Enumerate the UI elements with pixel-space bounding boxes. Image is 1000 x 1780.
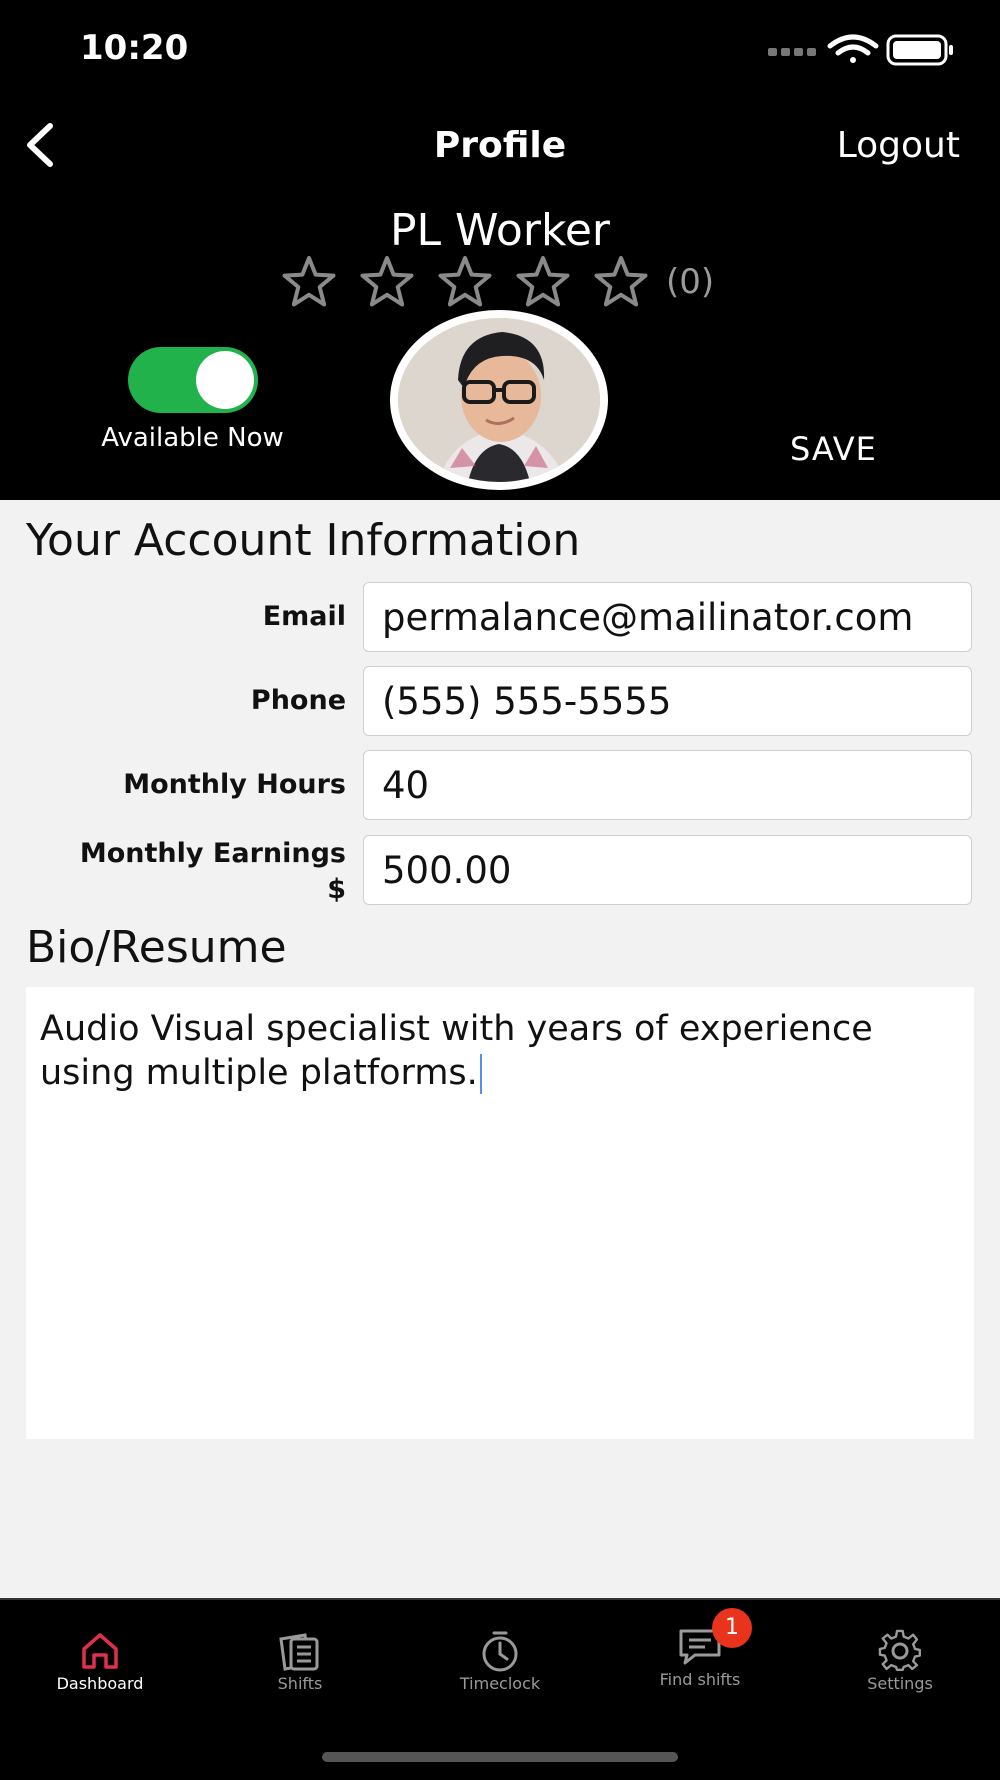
- tab-dashboard-label: Dashboard: [56, 1674, 144, 1693]
- tab-shifts-label: Shifts: [277, 1674, 323, 1693]
- monthly-hours-field[interactable]: 40: [363, 750, 972, 820]
- phone-field[interactable]: (555) 555-5555: [363, 666, 972, 736]
- monthly-earnings-label-line2: $: [327, 874, 346, 905]
- tab-timeclock[interactable]: Timeclock: [400, 1628, 600, 1693]
- star-icon: [270, 254, 348, 310]
- monthly-earnings-field[interactable]: 500.00: [363, 835, 972, 905]
- status-icons: [768, 30, 958, 70]
- tab-shifts[interactable]: Shifts: [200, 1628, 400, 1693]
- avatar-photo: [398, 318, 600, 482]
- text-cursor: [479, 1054, 482, 1094]
- signal-icon: [768, 48, 816, 56]
- rating-count: (0): [666, 262, 715, 302]
- timer-icon: [482, 1631, 518, 1672]
- battery-icon: [886, 34, 953, 66]
- notification-badge: 1: [712, 1608, 752, 1648]
- phone-label: Phone: [250, 685, 346, 716]
- star-icon: [504, 254, 582, 310]
- monthly-hours-label: Monthly Hours: [123, 769, 346, 800]
- tab-find-shifts[interactable]: 1 Find shifts: [600, 1608, 800, 1689]
- tab-dashboard[interactable]: Dashboard: [0, 1628, 200, 1693]
- shifts-icon: [279, 1633, 319, 1671]
- worker-name: PL Worker: [389, 205, 611, 256]
- available-label: Available Now: [101, 423, 284, 453]
- star-icon: [426, 254, 504, 310]
- email-label: Email: [262, 601, 346, 632]
- monthly-earnings-label: Monthly Earnings $: [80, 836, 346, 908]
- avatar[interactable]: [390, 310, 608, 490]
- email-field[interactable]: permalance@mailinator.com: [363, 582, 972, 652]
- wifi-icon: [827, 34, 879, 63]
- home-indicator: [322, 1752, 678, 1762]
- star-icon: [582, 254, 660, 310]
- tab-settings-label: Settings: [867, 1674, 933, 1693]
- rating-stars: (0): [270, 252, 714, 312]
- bio-heading: Bio/Resume: [26, 922, 287, 973]
- toggle-knob: [196, 351, 254, 409]
- account-heading: Your Account Information: [26, 515, 581, 566]
- status-time: 10:20: [80, 28, 189, 68]
- available-toggle[interactable]: [128, 347, 258, 413]
- home-icon: [82, 1633, 118, 1669]
- tab-settings[interactable]: Settings: [800, 1628, 1000, 1693]
- bio-text: Audio Visual specialist with years of ex…: [40, 1009, 873, 1093]
- bio-textarea[interactable]: Audio Visual specialist with years of ex…: [26, 987, 974, 1439]
- logout-button[interactable]: Logout: [837, 125, 960, 166]
- tab-timeclock-label: Timeclock: [459, 1674, 541, 1693]
- tab-find-shifts-label: Find shifts: [659, 1670, 741, 1689]
- star-icon: [348, 254, 426, 310]
- gear-icon: [878, 1629, 921, 1672]
- monthly-earnings-label-line1: Monthly Earnings: [79, 838, 346, 869]
- save-button[interactable]: SAVE: [790, 430, 877, 468]
